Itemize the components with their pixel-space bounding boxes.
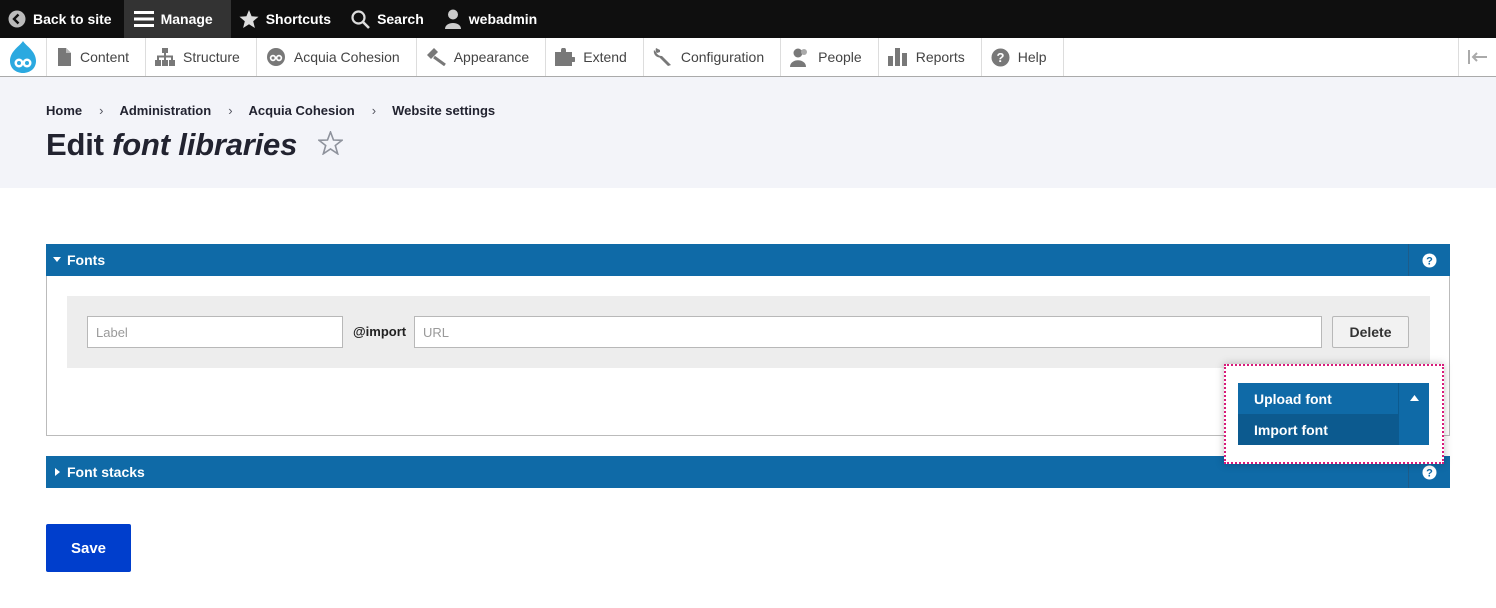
breadcrumb-separator: › [228, 103, 233, 118]
tray-collapse-button[interactable] [1458, 38, 1496, 76]
search-tab[interactable]: Search [343, 0, 436, 38]
drupal-logo-icon[interactable] [0, 38, 47, 76]
tray-item-people[interactable]: People [781, 38, 879, 76]
import-label: @import [353, 324, 407, 339]
breadcrumb-home[interactable]: Home [46, 103, 82, 118]
tray-item-label: Structure [183, 49, 240, 65]
svg-text:?: ? [1426, 255, 1433, 267]
shortcuts-tab[interactable]: Shortcuts [231, 0, 343, 38]
tray-item-content[interactable]: Content [47, 38, 147, 76]
star-icon [239, 9, 259, 28]
paintbrush-icon [426, 48, 446, 66]
tray-item-label: Appearance [453, 49, 530, 65]
manage-label: Manage [160, 11, 213, 27]
svg-text:?: ? [996, 50, 1004, 65]
admin-tray: Content Structure Acquia Cohesion Appear… [0, 38, 1496, 77]
search-label: Search [377, 11, 424, 27]
search-icon [351, 9, 370, 29]
shortcuts-label: Shortcuts [265, 11, 332, 27]
wrench-icon [653, 48, 671, 66]
font-url-input[interactable] [414, 316, 1322, 348]
tray-item-extend[interactable]: Extend [546, 38, 644, 76]
tray-item-reports[interactable]: Reports [879, 38, 982, 76]
tray-item-acquia-cohesion[interactable]: Acquia Cohesion [257, 38, 417, 76]
font-row: @import Delete [67, 296, 1430, 368]
breadcrumb-administration[interactable]: Administration [119, 103, 211, 118]
sitemap-icon [155, 48, 176, 66]
font-stacks-panel-title: Font stacks [67, 464, 145, 480]
delete-button[interactable]: Delete [1332, 316, 1409, 348]
page-title: Edit font libraries [46, 127, 297, 163]
help-icon: ? [991, 48, 1010, 66]
tray-item-label: Acquia Cohesion [293, 49, 400, 65]
fonts-panel-title: Fonts [67, 252, 106, 268]
cohesion-icon [266, 48, 285, 66]
user-tab[interactable]: webadmin [436, 0, 549, 38]
dropdown-toggle-button[interactable] [1398, 383, 1429, 445]
page-header: Home › Administration › Acquia Cohesion … [0, 77, 1496, 188]
breadcrumb: Home › Administration › Acquia Cohesion … [46, 103, 495, 118]
bar-chart-icon [887, 48, 907, 66]
tray-item-appearance[interactable]: Appearance [417, 38, 547, 76]
hamburger-menu-icon [133, 11, 154, 27]
caret-down-icon [53, 257, 61, 262]
breadcrumb-website-settings[interactable]: Website settings [392, 103, 495, 118]
page-icon [58, 48, 71, 66]
puzzle-icon [555, 48, 576, 66]
caret-right-icon [55, 468, 60, 476]
tray-item-label: Content [80, 49, 130, 65]
tray-item-label: Help [1017, 49, 1047, 65]
upload-font-button[interactable]: Upload font [1238, 383, 1398, 414]
tray-item-help[interactable]: ? Help [982, 38, 1064, 76]
admin-toolbar: Back to site Manage Shortcuts Search web… [0, 0, 1496, 38]
save-button[interactable]: Save [46, 524, 131, 572]
import-font-menu-item[interactable]: Import font [1238, 414, 1398, 445]
help-icon: ? [1422, 465, 1437, 479]
user-label: webadmin [468, 11, 538, 27]
svg-text:?: ? [1426, 467, 1433, 479]
tray-item-configuration[interactable]: Configuration [644, 38, 782, 76]
tray-item-label: Extend [583, 49, 627, 65]
back-to-site-link[interactable]: Back to site [0, 0, 124, 38]
breadcrumb-acquia-cohesion[interactable]: Acquia Cohesion [249, 103, 355, 118]
page-title-prefix: Edit [46, 127, 104, 162]
people-icon [790, 48, 808, 67]
caret-up-icon [1409, 395, 1419, 401]
tray-item-label: People [818, 49, 862, 65]
shortcut-star-icon[interactable] [318, 131, 343, 155]
tray-item-label: Configuration [680, 49, 765, 65]
font-label-input[interactable] [87, 316, 343, 348]
breadcrumb-separator: › [371, 103, 377, 118]
help-icon: ? [1422, 253, 1437, 267]
page-title-emphasis: font libraries [112, 127, 298, 162]
collapse-arrow-icon [1467, 50, 1487, 64]
manage-tab[interactable]: Manage [123, 0, 231, 38]
back-to-site-label: Back to site [33, 11, 112, 27]
fonts-help-button[interactable]: ? [1408, 244, 1450, 276]
user-icon [444, 9, 461, 29]
back-arrow-icon [8, 10, 26, 28]
breadcrumb-separator: › [99, 103, 104, 118]
tray-item-label: Reports [915, 49, 965, 65]
tray-item-structure[interactable]: Structure [146, 38, 257, 76]
fonts-panel-header[interactable]: Fonts ? [46, 244, 1450, 276]
